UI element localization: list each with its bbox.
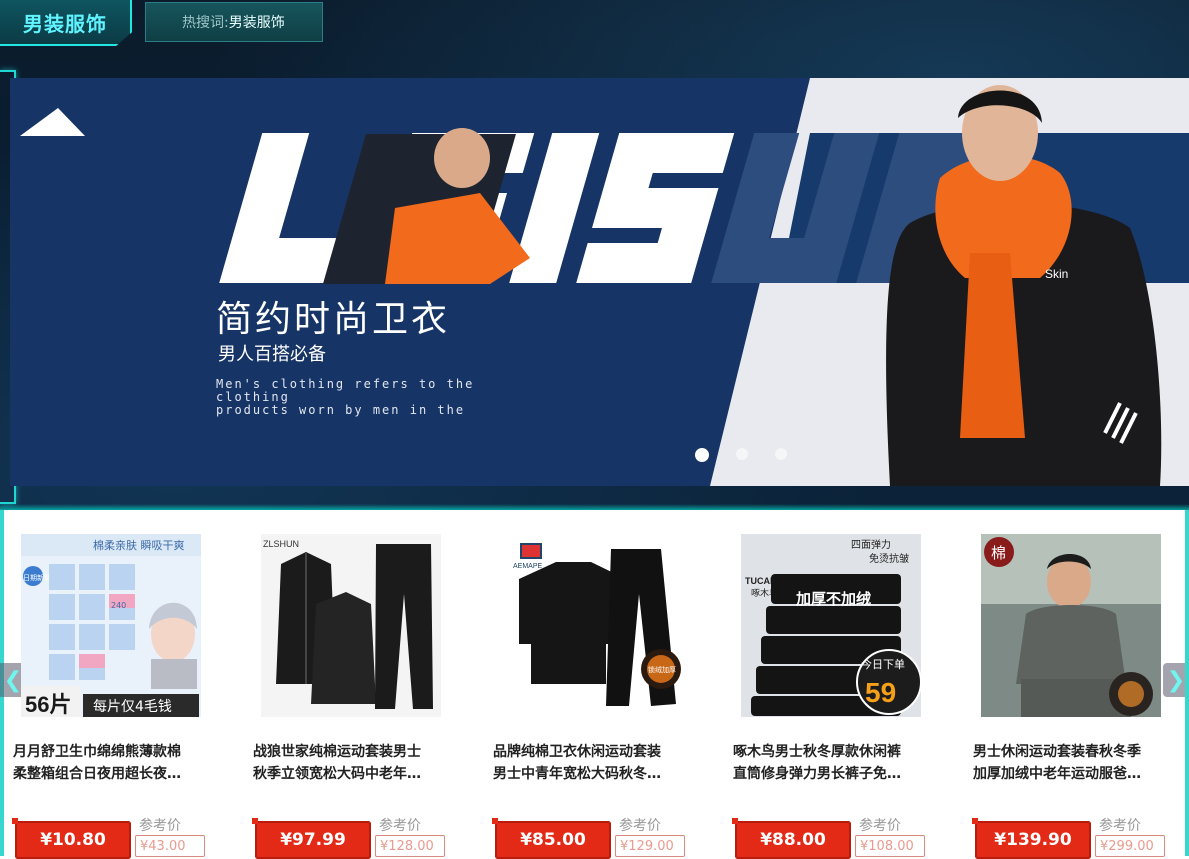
product-card[interactable]: ZLSHUN 战狼世家纯棉运动套装男士 秋季立领宽松大码中老年… ¥97.99 … — [252, 534, 453, 859]
reference-price-label: 参考价 — [1099, 818, 1141, 834]
reference-price: ¥43.00 — [135, 835, 205, 857]
svg-text:240: 240 — [111, 601, 126, 610]
product-card[interactable]: 棉 男士休闲运动套装春秋冬季 加厚加绒中老年运动服爸… ¥139.90 参考价 … — [972, 534, 1173, 859]
price-row: ¥10.80 参考价 ¥43.00 — [12, 815, 213, 859]
price-row: ¥97.99 参考价 ¥128.00 — [252, 815, 453, 859]
price-row: ¥139.90 参考价 ¥299.00 — [972, 815, 1173, 859]
reference-price-label: 参考价 — [379, 818, 421, 834]
product-title-line-2: 秋季立领宽松大码中老年… — [253, 766, 421, 782]
product-title[interactable]: 战狼世家纯棉运动套装男士 秋季立领宽松大码中老年… — [253, 741, 453, 785]
svg-text:Skin: Skin — [1045, 267, 1068, 281]
svg-text:今日下单: 今日下单 — [861, 657, 905, 671]
price-button[interactable]: ¥139.90 — [972, 818, 1091, 859]
price-button[interactable]: ¥85.00 — [492, 818, 611, 859]
reference-price-label: 参考价 — [139, 818, 181, 834]
svg-text:四面弹力: 四面弹力 — [851, 538, 891, 551]
svg-text:日期新鲜: 日期新鲜 — [23, 573, 51, 582]
svg-text:每片仅4毛钱: 每片仅4毛钱 — [93, 699, 172, 715]
reference-price-label: 参考价 — [619, 818, 661, 834]
banner-title: 简约时尚卫衣 — [216, 299, 451, 340]
product-title[interactable]: 品牌纯棉卫衣休闲运动套装 男士中青年宽松大码秋冬… — [493, 741, 693, 785]
product-card[interactable]: AEMAPE 锁绒加厚 品牌纯棉卫衣休闲运动套装 男士中青年宽松大码秋冬… ¥8… — [492, 534, 693, 859]
hero-banner[interactable]: Skin 简约时尚卫衣 男人百搭必备 Men's clothing refers… — [10, 78, 1189, 486]
reference-price: ¥128.00 — [375, 835, 445, 857]
product-title-line-1: 男士休闲运动套装春秋冬季 — [973, 744, 1141, 760]
product-card[interactable]: TUCANO 啄木鸟 四面弹力 免烫抗皱 加厚不加绒 今日下单 59 啄木鸟男士… — [732, 534, 933, 859]
svg-text:棉: 棉 — [991, 544, 1006, 562]
price-row: ¥85.00 参考价 ¥129.00 — [492, 815, 693, 859]
product-title-line-2: 加厚加绒中老年运动服爸… — [973, 766, 1141, 782]
svg-text:锁绒加厚: 锁绒加厚 — [648, 665, 676, 674]
product-image[interactable]: 棉柔亲肤 瞬吸干爽 日期新鲜 240 56片 每片仅4毛钱 — [21, 534, 201, 717]
product-title-line-2: 柔整箱组合日夜用超长夜… — [13, 766, 181, 782]
product-image[interactable]: ZLSHUN — [261, 534, 441, 717]
carousel-dots — [695, 448, 787, 462]
product-title-line-1: 啄木鸟男士秋冬厚款休闲裤 — [733, 744, 901, 760]
product-strip: ❮ ❯ 棉柔亲肤 瞬吸干爽 日期新鲜 240 56片 每片仅4毛钱 月月舒卫生巾… — [0, 510, 1189, 859]
banner-english-text: Men's clothing refers to the clothing pr… — [216, 378, 546, 417]
product-title-line-1: 月月舒卫生巾绵绵熊薄款棉 — [13, 744, 181, 760]
banner-subtitle: 男人百搭必备 — [218, 344, 326, 365]
svg-text:棉柔亲肤 瞬吸干爽: 棉柔亲肤 瞬吸干爽 — [93, 538, 185, 552]
svg-text:AEMAPE: AEMAPE — [513, 563, 543, 570]
svg-text:免烫抗皱: 免烫抗皱 — [869, 552, 909, 565]
reference-price: ¥129.00 — [615, 835, 685, 857]
product-image[interactable]: TUCANO 啄木鸟 四面弹力 免烫抗皱 加厚不加绒 今日下单 59 — [741, 534, 921, 717]
hot-search-keyword[interactable]: 男装服饰 — [229, 12, 285, 32]
banner-english-line-1: Men's clothing refers to the clothing — [216, 377, 475, 404]
price-button[interactable]: ¥97.99 — [252, 818, 371, 859]
svg-text:59: 59 — [865, 677, 896, 708]
product-title-line-2: 直筒修身弹力男长裤子免… — [733, 766, 901, 782]
svg-text:ZLSHUN: ZLSHUN — [263, 539, 299, 549]
product-title-line-2: 男士中青年宽松大码秋冬… — [493, 766, 661, 782]
category-label: 男装服饰 — [23, 11, 107, 36]
banner-english-line-2: products worn by men in the — [216, 403, 466, 417]
product-title-line-1: 战狼世家纯棉运动套装男士 — [253, 744, 421, 760]
carousel-dot-3[interactable] — [775, 448, 787, 460]
reference-price: ¥108.00 — [855, 835, 925, 857]
hot-search-bar[interactable]: 热搜词: 男装服饰 — [145, 2, 323, 42]
svg-text:加厚不加绒: 加厚不加绒 — [795, 590, 871, 608]
price-button[interactable]: ¥10.80 — [12, 818, 131, 859]
carousel-dot-2[interactable] — [736, 448, 748, 460]
product-card[interactable]: 棉柔亲肤 瞬吸干爽 日期新鲜 240 56片 每片仅4毛钱 月月舒卫生巾绵绵熊薄… — [12, 534, 213, 859]
price-button[interactable]: ¥88.00 — [732, 818, 851, 859]
product-title[interactable]: 男士休闲运动套装春秋冬季 加厚加绒中老年运动服爸… — [973, 741, 1173, 785]
product-image[interactable]: AEMAPE 锁绒加厚 — [501, 534, 681, 717]
product-title[interactable]: 月月舒卫生巾绵绵熊薄款棉 柔整箱组合日夜用超长夜… — [13, 741, 213, 785]
price-row: ¥88.00 参考价 ¥108.00 — [732, 815, 933, 859]
product-image[interactable]: 棉 — [981, 534, 1161, 717]
product-title-line-1: 品牌纯棉卫衣休闲运动套装 — [493, 744, 661, 760]
hot-search-label: 热搜词: — [182, 15, 229, 31]
reference-price-label: 参考价 — [859, 818, 901, 834]
category-tag[interactable]: 男装服饰 — [0, 0, 132, 46]
reference-price: ¥299.00 — [1095, 835, 1165, 857]
svg-text:56片: 56片 — [25, 692, 71, 717]
product-title[interactable]: 啄木鸟男士秋冬厚款休闲裤 直筒修身弹力男长裤子免… — [733, 741, 933, 785]
carousel-dot-1[interactable] — [695, 448, 709, 462]
banner-artwork: Skin — [20, 78, 1189, 486]
